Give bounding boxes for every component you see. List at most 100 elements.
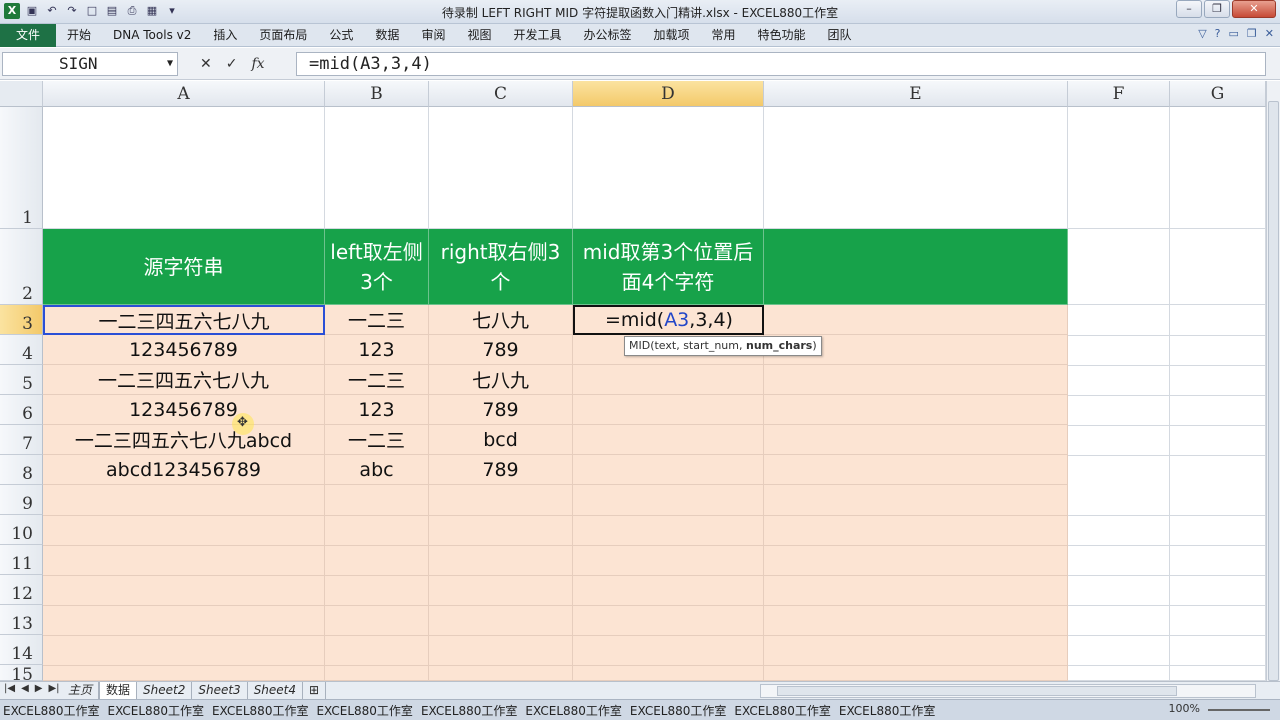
column-header-f[interactable]: F <box>1068 81 1170 107</box>
column-header-b[interactable]: B <box>325 81 429 107</box>
table-header-mid[interactable]: mid取第3个位置后面4个字符 <box>573 229 764 305</box>
taskbar-item[interactable]: EXCEL880工作室 <box>313 702 415 719</box>
tab-dna-tools[interactable]: DNA Tools v2 <box>102 24 202 47</box>
sheet-tab-sheet3[interactable]: Sheet3 <box>192 682 248 699</box>
doc-minimize-icon[interactable]: ▭ <box>1229 27 1239 40</box>
row-header-4[interactable]: 4 <box>0 335 43 365</box>
first-sheet-icon[interactable]: |◀ <box>4 683 15 694</box>
cell-c5[interactable]: 七八九 <box>429 365 573 395</box>
column-header-a[interactable]: A <box>43 81 325 107</box>
cell-a4[interactable]: 123456789 <box>43 335 325 365</box>
column-header-e[interactable]: E <box>764 81 1068 107</box>
cell-g2[interactable] <box>1170 229 1266 305</box>
cell-b6[interactable]: 123 <box>325 395 429 425</box>
cell-c7[interactable]: bcd <box>429 425 573 455</box>
vertical-scrollbar[interactable] <box>1266 81 1280 681</box>
cell-d3-editing[interactable]: =mid(A3,3,4) <box>573 305 764 335</box>
cell-d7[interactable] <box>573 425 764 455</box>
zoom-slider[interactable] <box>1208 709 1270 711</box>
restore-icon[interactable]: ❐ <box>1204 0 1230 18</box>
cell-e5[interactable] <box>764 365 1068 395</box>
formula-input[interactable]: =mid(A3,3,4) <box>296 52 1266 76</box>
cell-c1[interactable] <box>429 107 573 229</box>
taskbar-item[interactable]: EXCEL880工作室 <box>418 702 520 719</box>
tab-developer[interactable]: 开发工具 <box>502 24 572 47</box>
tooltip-current-arg[interactable]: num_chars <box>746 339 812 352</box>
cell-b8[interactable]: abc <box>325 455 429 485</box>
cell-d6[interactable] <box>573 395 764 425</box>
insert-function-icon[interactable]: fx <box>251 56 264 72</box>
row-header-7[interactable]: 7 <box>0 425 43 455</box>
row-header-3[interactable]: 3 <box>0 305 43 335</box>
cell-c6[interactable]: 789 <box>429 395 573 425</box>
cell-a5[interactable]: 一二三四五六七八九 <box>43 365 325 395</box>
tab-team[interactable]: 团队 <box>817 24 863 47</box>
row-header-14[interactable]: 14 <box>0 635 43 665</box>
taskbar-item[interactable]: EXCEL880工作室 <box>104 702 206 719</box>
row-header-15[interactable]: 15 <box>0 665 43 681</box>
sheet-tab-sheet4[interactable]: Sheet4 <box>248 682 304 699</box>
row-header-6[interactable]: 6 <box>0 395 43 425</box>
row-header-1[interactable]: 1 <box>0 107 43 229</box>
cell-d1[interactable] <box>573 107 764 229</box>
cell-d8[interactable] <box>573 455 764 485</box>
table-header-left[interactable]: left取左侧3个 <box>325 229 429 305</box>
tab-special[interactable]: 特色功能 <box>747 24 817 47</box>
prev-sheet-icon[interactable]: ◀ <box>21 683 29 694</box>
cell-a1[interactable] <box>43 107 325 229</box>
tab-common[interactable]: 常用 <box>701 24 747 47</box>
table-header-empty[interactable] <box>764 229 1068 305</box>
horizontal-scrollbar[interactable] <box>760 684 1256 698</box>
taskbar-item[interactable]: EXCEL880工作室 <box>627 702 729 719</box>
cell-f2[interactable] <box>1068 229 1170 305</box>
chevron-down-icon[interactable]: ▼ <box>167 53 173 75</box>
cell-b3[interactable]: 一二三 <box>325 305 429 335</box>
tab-file[interactable]: 文件 <box>0 23 56 47</box>
row-header-13[interactable]: 13 <box>0 605 43 635</box>
close-icon[interactable]: ✕ <box>1232 0 1276 18</box>
new-sheet-icon[interactable]: ⊞ <box>303 682 327 699</box>
tab-home[interactable]: 开始 <box>56 24 102 47</box>
zoom-level[interactable]: 100% <box>1169 702 1200 715</box>
vertical-scroll-thumb[interactable] <box>1268 101 1279 681</box>
taskbar-item[interactable]: EXCEL880工作室 <box>522 702 624 719</box>
table-header-right[interactable]: right取右侧3个 <box>429 229 573 305</box>
column-header-c[interactable]: C <box>429 81 573 107</box>
row-header-12[interactable]: 12 <box>0 575 43 605</box>
taskbar-item[interactable]: EXCEL880工作室 <box>0 702 102 719</box>
name-box[interactable]: SIGN ▼ <box>2 52 178 76</box>
doc-close-icon[interactable]: ✕ <box>1265 27 1274 40</box>
doc-restore-icon[interactable]: ❐ <box>1247 27 1257 40</box>
cell-b5[interactable]: 一二三 <box>325 365 429 395</box>
cell-c3[interactable]: 七八九 <box>429 305 573 335</box>
table-header-source[interactable]: 源字符串 <box>43 229 325 305</box>
sheet-tab-data[interactable]: 数据 <box>99 682 138 699</box>
tab-formulas[interactable]: 公式 <box>318 24 364 47</box>
taskbar-item[interactable]: EXCEL880工作室 <box>731 702 833 719</box>
cell-e7[interactable] <box>764 425 1068 455</box>
cell-a6[interactable]: 123456789 <box>43 395 325 425</box>
next-sheet-icon[interactable]: ▶ <box>35 683 43 694</box>
cell-b4[interactable]: 123 <box>325 335 429 365</box>
cancel-icon[interactable]: ✕ <box>200 56 212 72</box>
tab-data[interactable]: 数据 <box>364 24 410 47</box>
cell-f1[interactable] <box>1068 107 1170 229</box>
row-header-10[interactable]: 10 <box>0 515 43 545</box>
tab-office-tabs[interactable]: 办公标签 <box>572 24 642 47</box>
cell-c4[interactable]: 789 <box>429 335 573 365</box>
tab-review[interactable]: 审阅 <box>410 24 456 47</box>
taskbar-item[interactable]: EXCEL880工作室 <box>836 702 938 719</box>
tab-addins[interactable]: 加载项 <box>643 24 701 47</box>
column-header-g[interactable]: G <box>1170 81 1266 107</box>
cell-a8[interactable]: abcd123456789 <box>43 455 325 485</box>
row-header-11[interactable]: 11 <box>0 545 43 575</box>
taskbar-item[interactable]: EXCEL880工作室 <box>209 702 311 719</box>
cell-d5[interactable] <box>573 365 764 395</box>
tab-insert[interactable]: 插入 <box>202 24 248 47</box>
cell-e6[interactable] <box>764 395 1068 425</box>
cell-b7[interactable]: 一二三 <box>325 425 429 455</box>
minimize-icon[interactable]: – <box>1176 0 1202 18</box>
sheet-tab-sheet2[interactable]: Sheet2 <box>137 682 193 699</box>
tab-view[interactable]: 视图 <box>456 24 502 47</box>
cell-e3[interactable] <box>764 305 1068 335</box>
